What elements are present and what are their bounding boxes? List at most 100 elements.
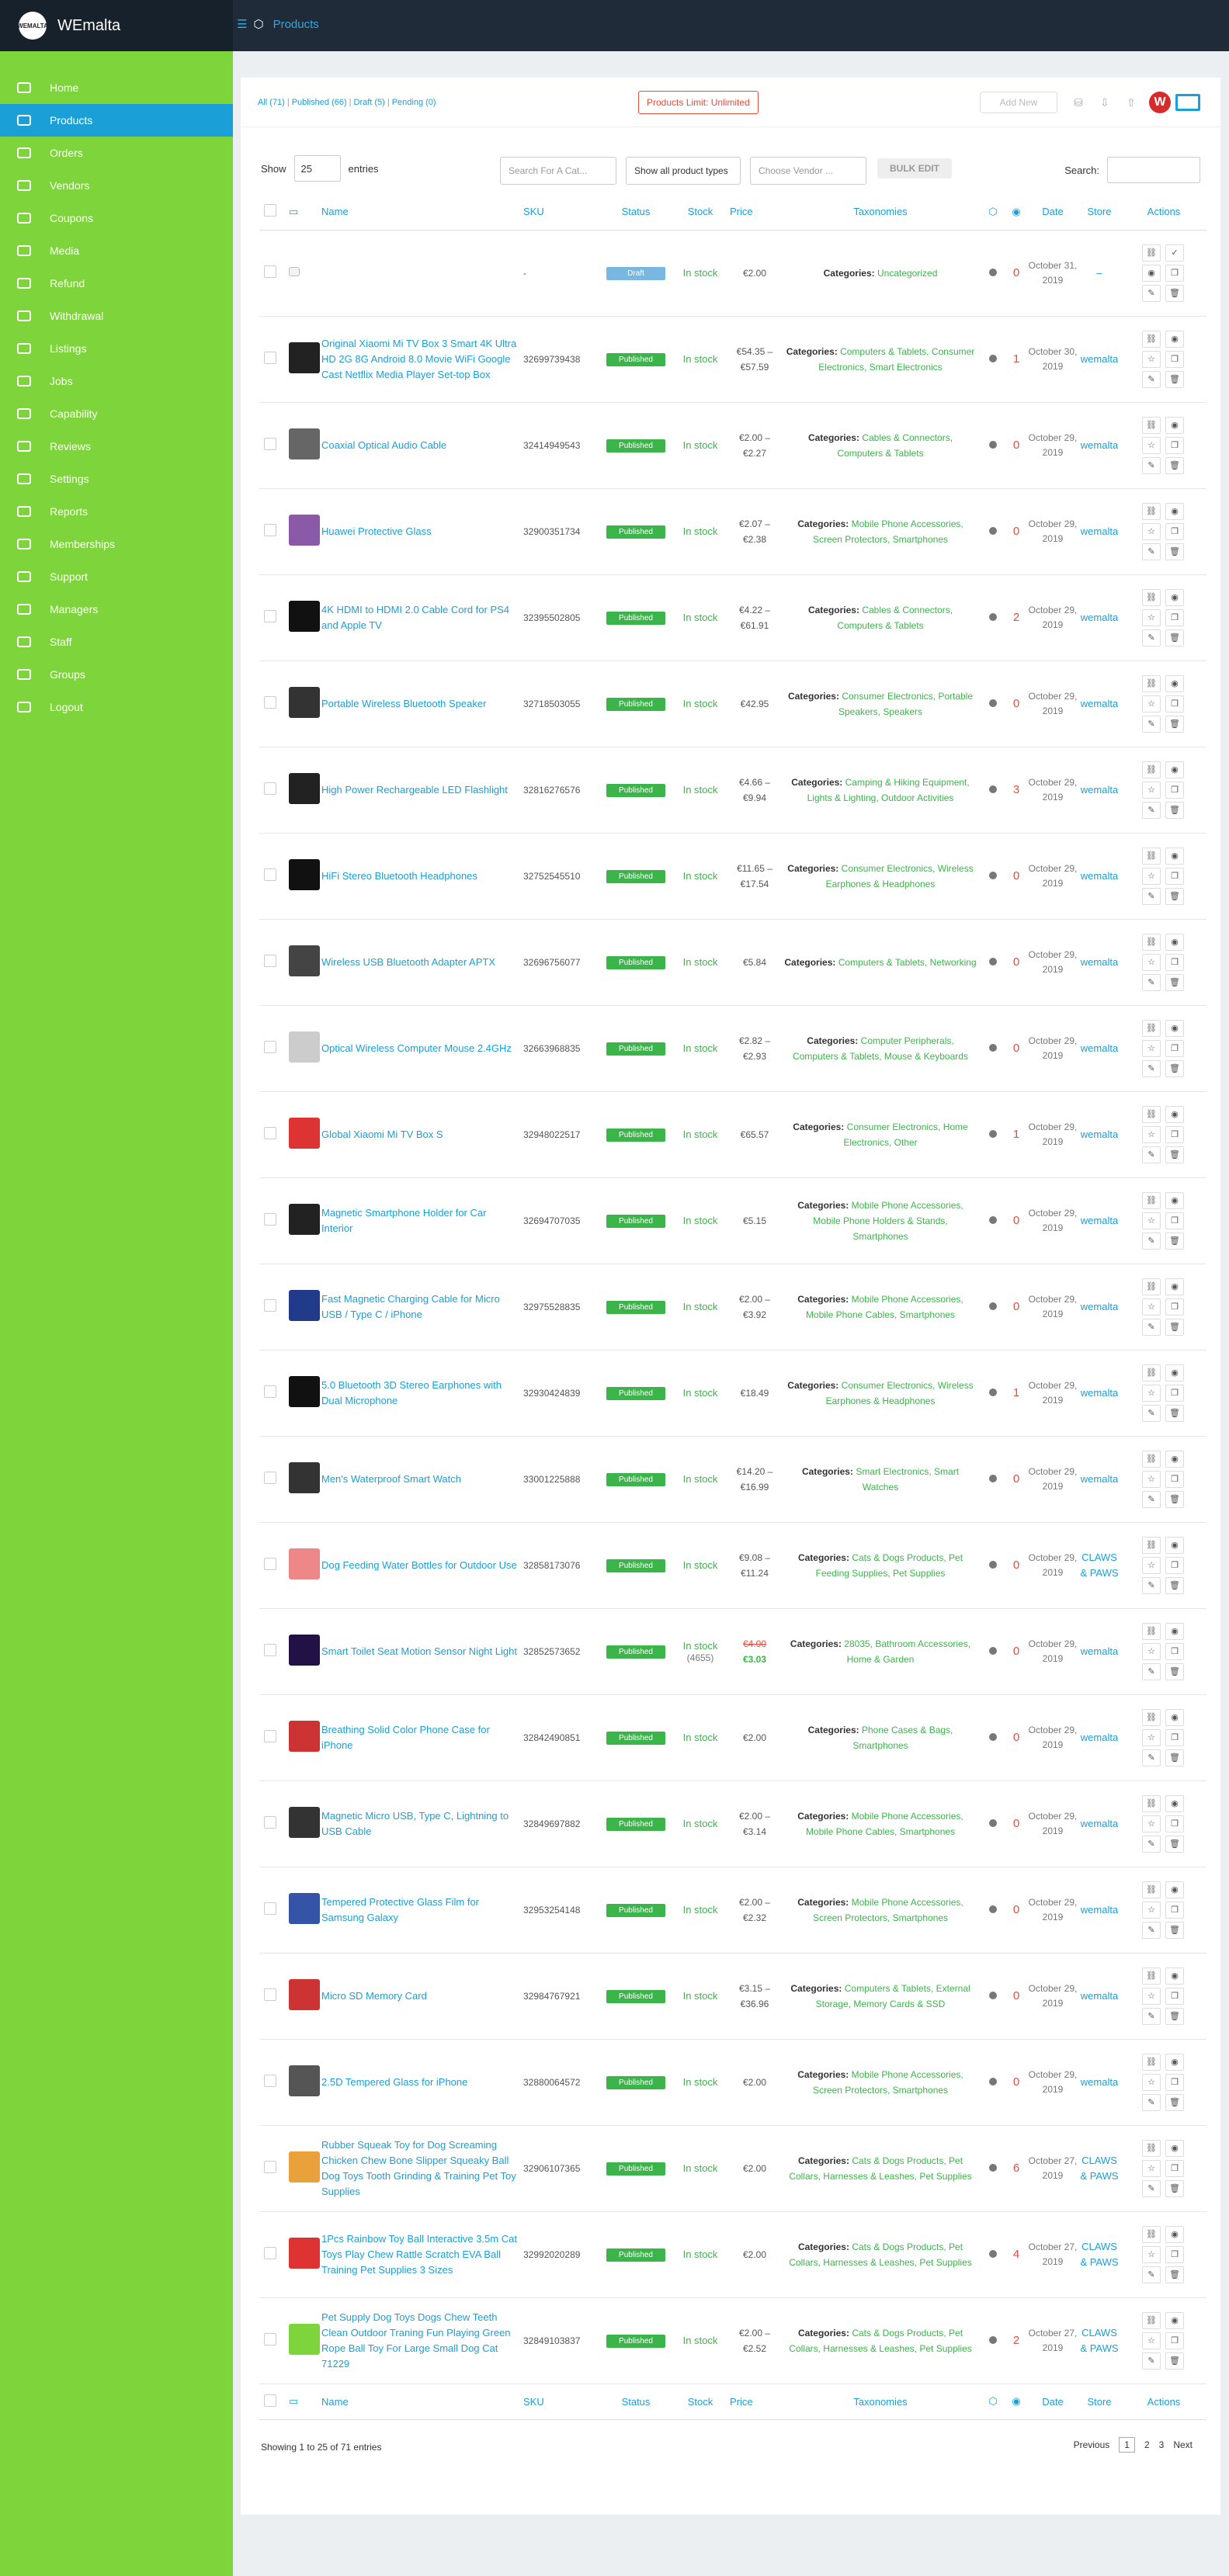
sidebar-item-jobs[interactable]: Jobs xyxy=(0,365,233,397)
copy-icon[interactable]: ❐ xyxy=(1165,2159,1184,2177)
copy-icon[interactable]: ❐ xyxy=(1165,1470,1184,1488)
sidebar-item-managers[interactable]: Managers xyxy=(0,593,233,626)
edit-icon[interactable]: ✎ xyxy=(1142,1835,1161,1853)
store-link[interactable]: wemalta xyxy=(1078,1780,1121,1867)
star-icon[interactable]: ☆ xyxy=(1142,2073,1161,2091)
store-link[interactable]: wemalta xyxy=(1078,488,1121,575)
category-links[interactable]: Computers & Tablets, Networking xyxy=(838,957,977,968)
row-checkbox[interactable] xyxy=(264,868,276,881)
next-page[interactable]: Next xyxy=(1173,2439,1193,2450)
trash-icon[interactable]: 🗑 xyxy=(1165,1404,1184,1422)
trash-icon[interactable]: 🗑 xyxy=(1165,801,1184,819)
edit-icon[interactable]: ✎ xyxy=(1142,284,1161,302)
product-thumbnail[interactable] xyxy=(289,1548,320,1579)
eye-icon[interactable]: ◉ xyxy=(1165,1967,1184,1985)
link-icon[interactable]: ⛓ xyxy=(1142,330,1161,348)
copy-icon[interactable]: ❐ xyxy=(1165,522,1184,540)
copy-icon[interactable]: ❐ xyxy=(1165,1125,1184,1143)
product-name-link[interactable]: Fast Magnetic Charging Cable for Micro U… xyxy=(321,1264,523,1350)
eye-icon[interactable]: ◉ xyxy=(1165,502,1184,520)
trash-icon[interactable]: 🗑 xyxy=(1165,1146,1184,1163)
sidebar-item-coupons[interactable]: Coupons xyxy=(0,202,233,234)
link-icon[interactable]: ⛓ xyxy=(1142,502,1161,520)
link-icon[interactable]: ⛓ xyxy=(1142,933,1161,951)
trash-icon[interactable]: 🗑 xyxy=(1165,1662,1184,1680)
eye-icon[interactable]: ◉ xyxy=(1165,933,1184,951)
row-checkbox[interactable] xyxy=(264,2161,276,2173)
column-price[interactable]: Price xyxy=(730,194,779,231)
link-icon[interactable]: ⛓ xyxy=(1142,588,1161,606)
entries-select[interactable]: 25 xyxy=(293,155,341,182)
store-link[interactable]: wemalta xyxy=(1078,1005,1121,1092)
edit-icon[interactable]: ✎ xyxy=(1142,2266,1161,2283)
link-icon[interactable]: ⛓ xyxy=(1142,2139,1161,2157)
link-icon[interactable]: ⛓ xyxy=(1142,1622,1161,1640)
sidebar-item-listings[interactable]: Listings xyxy=(0,332,233,365)
trash-icon[interactable]: 🗑 xyxy=(1165,715,1184,733)
edit-icon[interactable]: ✎ xyxy=(1142,715,1161,733)
trash-icon[interactable]: 🗑 xyxy=(1165,1835,1184,1853)
row-checkbox[interactable] xyxy=(264,696,276,709)
product-name-link[interactable]: Breathing Solid Color Phone Case for iPh… xyxy=(321,1694,523,1781)
product-thumbnail[interactable] xyxy=(289,1807,320,1838)
star-icon[interactable]: ☆ xyxy=(1142,953,1161,971)
trash-icon[interactable]: 🗑 xyxy=(1165,456,1184,474)
row-checkbox[interactable] xyxy=(264,1988,276,2001)
row-checkbox[interactable] xyxy=(264,1472,276,1484)
trash-icon[interactable]: 🗑 xyxy=(1165,973,1184,991)
link-icon[interactable]: ⛓ xyxy=(1142,1881,1161,1898)
sidebar-item-reviews[interactable]: Reviews xyxy=(0,430,233,463)
row-checkbox[interactable] xyxy=(264,2075,276,2087)
star-icon[interactable]: ☆ xyxy=(1142,1987,1161,2005)
product-thumbnail[interactable] xyxy=(289,515,320,546)
edit-icon[interactable]: ✎ xyxy=(1142,629,1161,647)
page-1[interactable]: 1 xyxy=(1119,2437,1135,2453)
edit-icon[interactable]: ✎ xyxy=(1142,2352,1161,2370)
star-icon[interactable]: ☆ xyxy=(1142,781,1161,799)
search-input[interactable] xyxy=(1107,157,1200,183)
eye-icon[interactable]: ◉ xyxy=(1165,761,1184,778)
edit-icon[interactable]: ✎ xyxy=(1142,1749,1161,1766)
store-link[interactable]: wemalta xyxy=(1078,1264,1121,1350)
eye-icon[interactable]: ◉ xyxy=(1165,1364,1184,1382)
star-icon[interactable]: ☆ xyxy=(1142,1470,1161,1488)
store-link[interactable]: – xyxy=(1078,230,1121,317)
eye-icon[interactable]: ◉ xyxy=(1165,588,1184,606)
product-name-link[interactable]: Magnetic Smartphone Holder for Car Inter… xyxy=(321,1177,523,1264)
row-checkbox[interactable] xyxy=(264,524,276,536)
add-new-button[interactable]: Add New xyxy=(980,92,1057,113)
sidebar-item-refund[interactable]: Refund xyxy=(0,267,233,300)
store-link[interactable]: wemalta xyxy=(1078,1867,1121,1954)
product-name-link[interactable]: HiFi Stereo Bluetooth Headphones xyxy=(321,833,523,920)
edit-icon[interactable]: ✎ xyxy=(1142,2093,1161,2111)
trash-icon[interactable]: 🗑 xyxy=(1165,629,1184,647)
copy-icon[interactable]: ❐ xyxy=(1165,953,1184,971)
star-icon[interactable]: ☆ xyxy=(1142,522,1161,540)
link-icon[interactable]: ⛓ xyxy=(1142,761,1161,778)
product-name-link[interactable]: Micro SD Memory Card xyxy=(321,1953,523,2040)
copy-icon[interactable]: ❐ xyxy=(1165,1384,1184,1402)
category-links[interactable]: 28035, Bathroom Accessories, Home & Gard… xyxy=(844,1638,970,1665)
product-name-link[interactable] xyxy=(321,230,523,317)
row-checkbox[interactable] xyxy=(264,265,276,278)
category-links[interactable]: Smart Electronics, Smart Watches xyxy=(856,1466,959,1493)
trash-icon[interactable]: 🗑 xyxy=(1165,543,1184,560)
row-checkbox[interactable] xyxy=(264,1644,276,1656)
edit-icon[interactable]: ✎ xyxy=(1142,1318,1161,1336)
star-icon[interactable]: ☆ xyxy=(1142,1298,1161,1316)
store-link[interactable]: wemalta xyxy=(1078,316,1121,403)
product-name-link[interactable]: 4K HDMI to HDMI 2.0 Cable Cord for PS4 a… xyxy=(321,574,523,661)
eye-icon[interactable]: ◉ xyxy=(1165,330,1184,348)
eye-icon[interactable]: ◉ xyxy=(1165,2139,1184,2157)
category-links[interactable]: Uncategorized xyxy=(877,268,937,279)
store-link[interactable]: wemalta xyxy=(1078,1350,1121,1437)
link-icon[interactable]: ⛓ xyxy=(1142,1364,1161,1382)
eye-icon[interactable]: ◉ xyxy=(1142,264,1161,282)
trash-icon[interactable]: 🗑 xyxy=(1165,2266,1184,2283)
link-icon[interactable]: ⛓ xyxy=(1142,1191,1161,1209)
star-icon[interactable]: ☆ xyxy=(1142,1728,1161,1746)
product-name-link[interactable]: Wireless USB Bluetooth Adapter APTX xyxy=(321,919,523,1006)
eye-icon[interactable]: ◉ xyxy=(1165,1881,1184,1898)
row-checkbox[interactable] xyxy=(264,2247,276,2259)
sidebar-item-support[interactable]: Support xyxy=(0,560,233,593)
